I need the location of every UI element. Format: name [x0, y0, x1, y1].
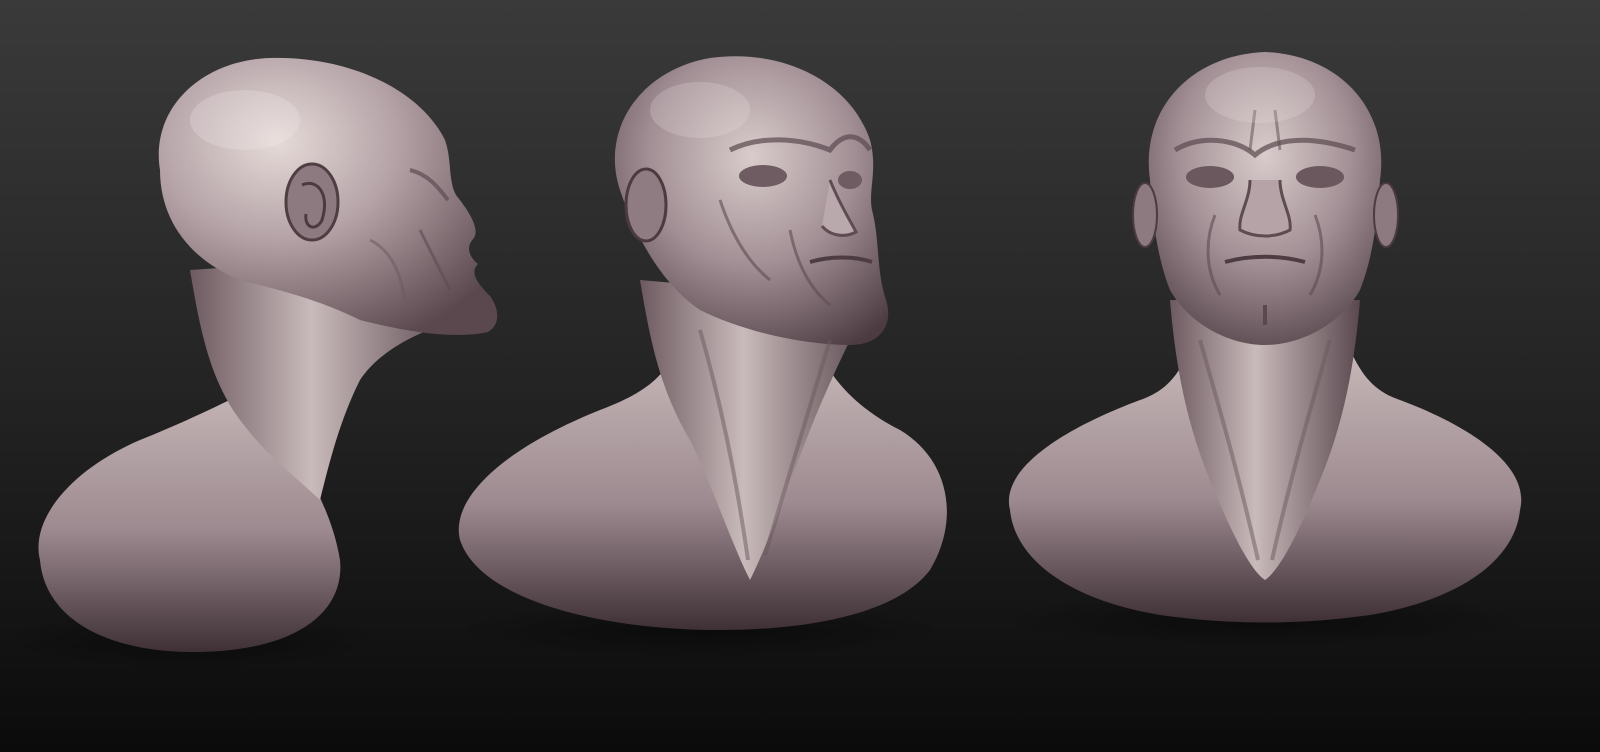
bust-front-eye-right — [1296, 166, 1344, 188]
render-canvas — [0, 0, 1600, 752]
bust-tq-eye-right — [838, 171, 862, 189]
bust-tq-ear — [624, 167, 668, 243]
bust-side-ear — [284, 162, 340, 242]
sculpt-render-viewport — [0, 0, 1600, 752]
bust-front-ear-left — [1132, 182, 1158, 248]
bust-front-eye-left — [1186, 166, 1234, 188]
bust-front-ear-right — [1373, 182, 1399, 248]
bust-tq-eye-left — [739, 165, 787, 187]
